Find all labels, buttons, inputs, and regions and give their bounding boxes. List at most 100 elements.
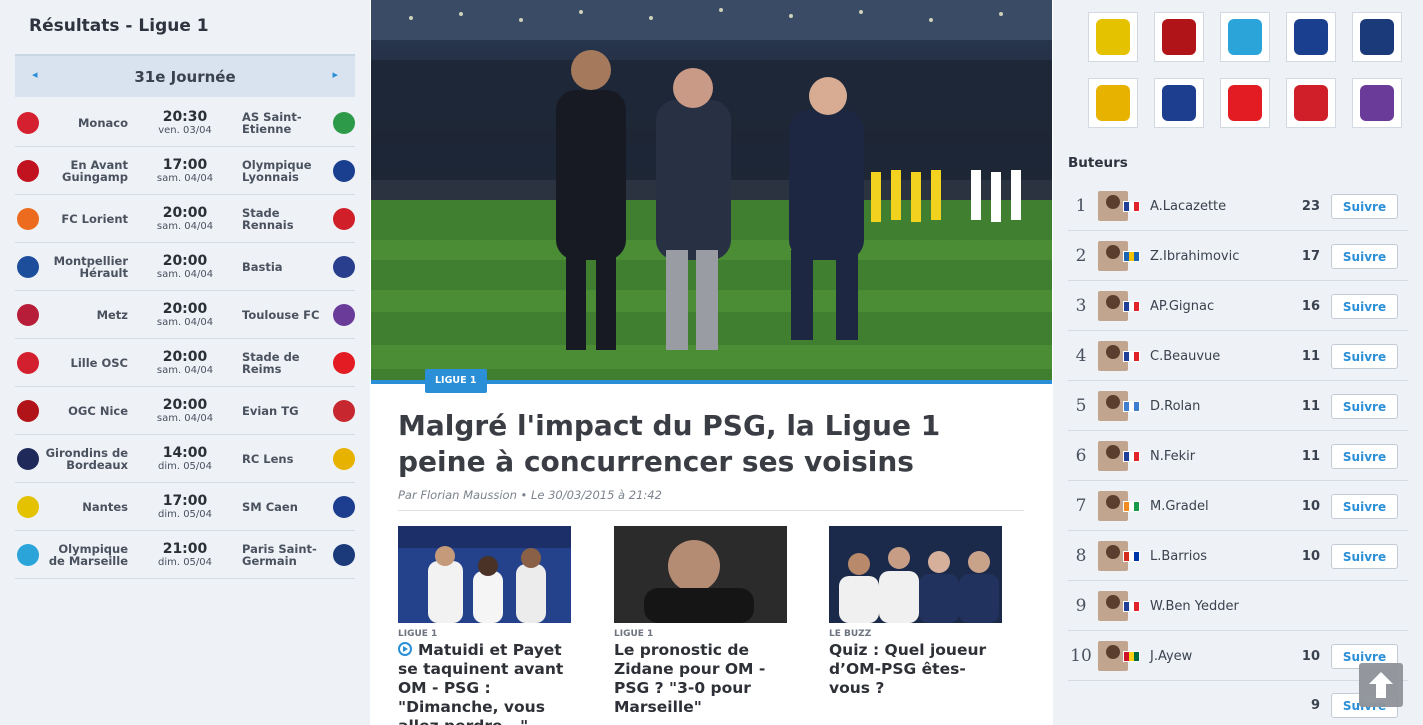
related-article[interactable]: LE BUZZ Quiz : Quel joueur d’OM-PSG êtes… — [829, 526, 1003, 698]
away-team-crest-icon — [333, 304, 355, 326]
club-logo-tile[interactable] — [1286, 78, 1336, 128]
results-panel: Résultats - Ligue 1 ◂ 31e Journée ▸ Mona… — [0, 0, 370, 725]
scorer-row[interactable]: 3 AP.Gignac 16 Suivre — [1068, 281, 1408, 331]
away-team: Bastia — [242, 260, 283, 274]
club-logo-tile[interactable] — [1286, 12, 1336, 62]
related-article-title[interactable]: Le pronostic de Zidane pour OM - PSG ? "… — [614, 641, 788, 717]
scorer-name[interactable]: J.Ayew — [1150, 631, 1192, 681]
hero-image[interactable] — [371, 0, 1052, 380]
match-row[interactable]: Girondins de Bordeaux 14:00 dim. 05/04 RC L… — [15, 435, 355, 483]
scorer-row[interactable]: 2 Z.Ibrahimovic 17 Suivre — [1068, 231, 1408, 281]
club-crest-icon — [1096, 85, 1130, 121]
nationality-flag-icon — [1123, 451, 1140, 462]
matchday-label: 31e Journée — [134, 68, 236, 86]
play-video-icon — [398, 642, 412, 656]
home-team: FC Lorient — [61, 212, 128, 226]
scorer-row[interactable]: 1 A.Lacazette 23 Suivre — [1068, 181, 1408, 231]
scorer-row[interactable]: 6 N.Fekir 11 Suivre — [1068, 431, 1408, 481]
scorer-name[interactable]: AP.Gignac — [1150, 281, 1214, 331]
club-logo-tile[interactable] — [1352, 12, 1402, 62]
scorer-row[interactable]: 9 W.Ben Yedder — [1068, 581, 1408, 631]
club-logo-tile[interactable] — [1088, 78, 1138, 128]
follow-button[interactable]: Suivre — [1331, 494, 1398, 519]
match-date: dim. 05/04 — [157, 461, 213, 472]
scorer-name[interactable]: M.Gradel — [1150, 481, 1209, 531]
follow-button[interactable]: Suivre — [1331, 194, 1398, 219]
follow-button[interactable]: Suivre — [1331, 444, 1398, 469]
away-team-crest-icon — [333, 400, 355, 422]
away-team-crest-icon — [333, 256, 355, 278]
related-article-title[interactable]: Matuidi et Payet se taquinent avant OM -… — [398, 641, 572, 725]
scorer-name[interactable]: Z.Ibrahimovic — [1150, 231, 1239, 281]
club-logo-tile[interactable] — [1154, 12, 1204, 62]
scorer-goals: 23 — [1301, 198, 1320, 214]
club-crest-icon — [1360, 19, 1394, 55]
match-row[interactable]: OGC Nice 20:00 sam. 04/04 Evian TG — [15, 387, 355, 435]
scorer-rank: 2 — [1075, 246, 1087, 266]
related-article-title[interactable]: Quiz : Quel joueur d’OM-PSG êtes-vous ? — [829, 641, 1003, 698]
scorer-name[interactable]: W.Ben Yedder — [1150, 581, 1239, 631]
match-row[interactable]: En Avant Guingamp 17:00 sam. 04/04 Olympiqu… — [15, 147, 355, 195]
scorer-row[interactable]: 4 C.Beauvue 11 Suivre — [1068, 331, 1408, 381]
home-team: Lille OSC — [70, 356, 128, 370]
match-row[interactable]: Nantes 17:00 dim. 05/04 SM Caen — [15, 483, 355, 531]
away-team: SM Caen — [242, 500, 298, 514]
club-logo-tile[interactable] — [1220, 78, 1270, 128]
matchday-selector: ◂ 31e Journée ▸ — [15, 54, 355, 97]
related-article[interactable]: LIGUE 1 Matuidi et Payet se taquinent av… — [398, 526, 572, 725]
follow-button[interactable]: Suivre — [1331, 394, 1398, 419]
scorer-row[interactable]: 10 J.Ayew 10 Suivre — [1068, 631, 1408, 681]
club-logo-tile[interactable] — [1220, 12, 1270, 62]
match-row[interactable]: Olympique de Marseille 21:00 dim. 05/04 Par… — [15, 531, 355, 579]
home-team-crest-icon — [17, 448, 39, 470]
match-row[interactable]: Montpellier Hérault 20:00 sam. 04/04 Bastia — [15, 243, 355, 291]
follow-button[interactable]: Suivre — [1331, 294, 1398, 319]
matches-list: Monaco 20:30 ven. 03/04 AS Saint-Etienne En … — [15, 99, 355, 579]
match-date: dim. 05/04 — [157, 509, 213, 520]
category-tag[interactable]: LIGUE 1 — [425, 369, 487, 393]
away-team: Olympique Lyonnais — [242, 158, 312, 184]
scorer-goals: 11 — [1301, 448, 1320, 464]
scorer-rank: 6 — [1075, 446, 1087, 466]
match-time: 20:00 — [162, 301, 208, 317]
away-team-crest-icon — [333, 352, 355, 374]
related-article-image[interactable] — [614, 526, 787, 623]
scorer-name[interactable]: A.Lacazette — [1150, 181, 1226, 231]
match-time: 20:00 — [162, 205, 208, 221]
scorer-name[interactable]: N.Fekir — [1150, 431, 1195, 481]
next-matchday-arrow-icon[interactable]: ▸ — [332, 68, 338, 81]
home-team-crest-icon — [17, 496, 39, 518]
match-row[interactable]: Metz 20:00 sam. 04/04 Toulouse FC — [15, 291, 355, 339]
follow-button[interactable]: Suivre — [1331, 344, 1398, 369]
related-article-image[interactable] — [398, 526, 571, 623]
club-logo-tile[interactable] — [1154, 78, 1204, 128]
scorer-row[interactable]: 8 L.Barrios 10 Suivre — [1068, 531, 1408, 581]
scorer-goals: 11 — [1301, 398, 1320, 414]
club-logo-tile[interactable] — [1088, 12, 1138, 62]
follow-button[interactable]: Suivre — [1331, 244, 1398, 269]
scorer-name[interactable]: L.Barrios — [1150, 531, 1207, 581]
scorer-name[interactable]: D.Rolan — [1150, 381, 1200, 431]
match-row[interactable]: FC Lorient 20:00 sam. 04/04 Stade Rennais — [15, 195, 355, 243]
related-article-category: LE BUZZ — [829, 629, 872, 639]
away-team-crest-icon — [333, 448, 355, 470]
scorer-name[interactable]: C.Beauvue — [1150, 331, 1220, 381]
away-team-crest-icon — [333, 160, 355, 182]
scorer-row[interactable]: 7 M.Gradel 10 Suivre — [1068, 481, 1408, 531]
match-row[interactable]: Monaco 20:30 ven. 03/04 AS Saint-Etienne — [15, 99, 355, 147]
scorer-row[interactable]: 5 D.Rolan 11 Suivre — [1068, 381, 1408, 431]
match-time: 20:00 — [162, 253, 208, 269]
article-headline[interactable]: Malgré l'impact du PSG, la Ligue 1 peine… — [398, 408, 1028, 480]
related-article[interactable]: LIGUE 1 Le pronostic de Zidane pour OM -… — [614, 526, 788, 717]
match-time: 20:00 — [162, 397, 208, 413]
club-logo-tile[interactable] — [1352, 78, 1402, 128]
nationality-flag-icon — [1123, 651, 1140, 662]
related-article-image[interactable] — [829, 526, 1002, 623]
follow-button[interactable]: Suivre — [1331, 544, 1398, 569]
home-team-crest-icon — [17, 160, 39, 182]
match-row[interactable]: Lille OSC 20:00 sam. 04/04 Stade de Reims — [15, 339, 355, 387]
scorer-goals: 17 — [1301, 248, 1320, 264]
home-team: OGC Nice — [68, 404, 128, 418]
away-team: Stade Rennais — [242, 206, 294, 232]
scroll-to-top-button[interactable] — [1359, 663, 1403, 707]
